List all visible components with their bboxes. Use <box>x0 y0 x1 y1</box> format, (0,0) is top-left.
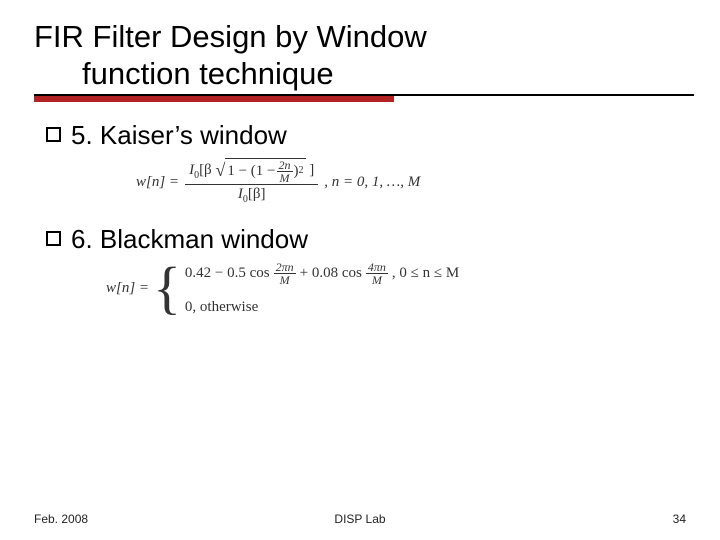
bm-c2: 0, otherwise <box>185 298 258 316</box>
content-area: 5. Kaiser’s window w[n] = I0[β √ 1 − (1 … <box>28 120 692 315</box>
kaiser-open: [β <box>199 162 212 178</box>
blackman-case2: 0, otherwise <box>185 298 459 316</box>
kaiser-den-in: [β] <box>248 186 266 202</box>
bullet-box-icon <box>46 127 61 142</box>
kaiser-tail: , n = 0, 1, …, M <box>324 173 420 191</box>
slide-footer: Feb. 2008 DISP Lab 34 <box>0 512 720 526</box>
bm-f2d: M <box>370 274 384 286</box>
bullet-item-6: 6. Blackman window <box>46 224 692 255</box>
sqrt-icon: √ <box>215 160 225 182</box>
blackman-formula: w[n] = { 0.42 − 0.5 cos 2πn M + 0.08 cos… <box>46 261 692 316</box>
kaiser-sqrt-sup: 2 <box>299 165 304 177</box>
blackman-case1: 0.42 − 0.5 cos 2πn M + 0.08 cos 4πn M , … <box>185 261 459 286</box>
title-underline <box>28 94 692 102</box>
footer-date: Feb. 2008 <box>34 512 88 526</box>
bullet-item-5: 5. Kaiser’s window <box>46 120 692 151</box>
bm-f1n: 2πn <box>274 261 296 274</box>
bullet-text-5: 5. Kaiser’s window <box>71 120 287 151</box>
kaiser-formula: w[n] = I0[β √ 1 − (1 − 2n M <box>46 158 692 206</box>
bm-c1tail: , 0 ≤ n ≤ M <box>392 264 459 282</box>
blackman-lhs: w[n] = <box>106 279 149 297</box>
underline-red <box>34 96 394 102</box>
bullet-box-icon <box>46 231 61 246</box>
title-line-2: function technique <box>34 55 692 92</box>
footer-lab: DISP Lab <box>334 512 385 526</box>
slide-title: FIR Filter Design by Window function tec… <box>28 18 692 92</box>
brace-icon: { <box>153 262 181 314</box>
kaiser-mf-n: 2n <box>277 159 293 172</box>
bm-c1b: + 0.08 cos <box>300 264 362 282</box>
bullet-text-6: 6. Blackman window <box>71 224 308 255</box>
kaiser-sqrt-a: 1 − (1 − <box>227 162 275 180</box>
kaiser-close: ] <box>309 162 314 178</box>
kaiser-lhs: w[n] = <box>136 173 179 191</box>
bm-c1a: 0.42 − 0.5 cos <box>185 264 270 282</box>
footer-page-number: 34 <box>673 512 686 526</box>
bm-f1d: M <box>278 274 292 286</box>
title-line-1: FIR Filter Design by Window <box>34 18 692 55</box>
slide: FIR Filter Design by Window function tec… <box>0 0 720 540</box>
bm-f2n: 4πn <box>366 261 388 274</box>
kaiser-mf-d: M <box>278 172 292 184</box>
